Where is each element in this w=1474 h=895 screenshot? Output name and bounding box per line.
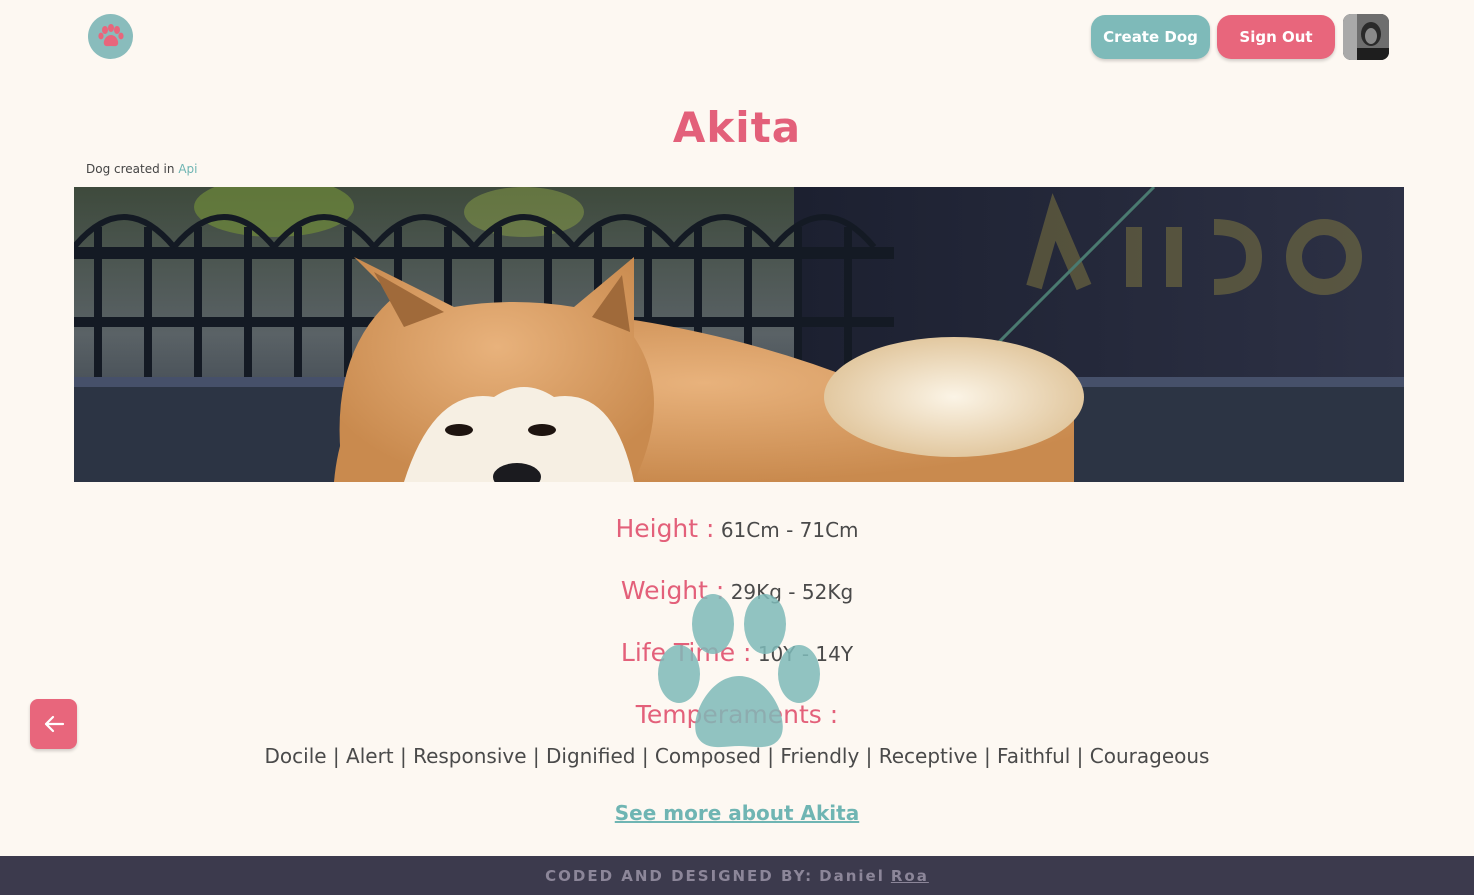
- footer: CODED AND DESIGNED BY: Daniel Roa: [0, 856, 1474, 895]
- created-source: Api: [178, 162, 198, 176]
- create-dog-button[interactable]: Create Dog: [1091, 15, 1210, 59]
- height-row: Height : 61Cm - 71Cm: [0, 514, 1474, 543]
- dog-name-title: Akita: [672, 103, 802, 152]
- see-more-link[interactable]: See more about Akita: [615, 801, 859, 825]
- footer-credit: CODED AND DESIGNED BY:: [545, 866, 814, 885]
- paw-icon: [658, 594, 820, 748]
- see-more-row: See more about Akita: [0, 801, 1474, 825]
- paw-overlay-icon: [651, 588, 827, 754]
- dog-image: [74, 187, 1404, 482]
- avatar-photo: [1343, 14, 1389, 60]
- footer-author-first: Daniel: [819, 866, 885, 885]
- arrow-left-icon: [44, 715, 64, 733]
- back-button[interactable]: [30, 699, 77, 749]
- paw-icon: [97, 23, 124, 46]
- home-logo[interactable]: [88, 14, 133, 59]
- created-source-line: Dog created in Api: [86, 162, 197, 176]
- footer-author-link[interactable]: Roa: [891, 867, 929, 885]
- dog-photo: [74, 187, 1404, 482]
- height-value: 61Cm - 71Cm: [720, 518, 859, 542]
- created-prefix: Dog created in: [86, 162, 175, 176]
- user-avatar[interactable]: [1343, 14, 1389, 60]
- dog-detail-page: Create Dog Sign Out Akita Dog created in…: [0, 0, 1474, 895]
- sign-out-button[interactable]: Sign Out: [1217, 15, 1335, 59]
- height-label: Height :: [615, 514, 715, 543]
